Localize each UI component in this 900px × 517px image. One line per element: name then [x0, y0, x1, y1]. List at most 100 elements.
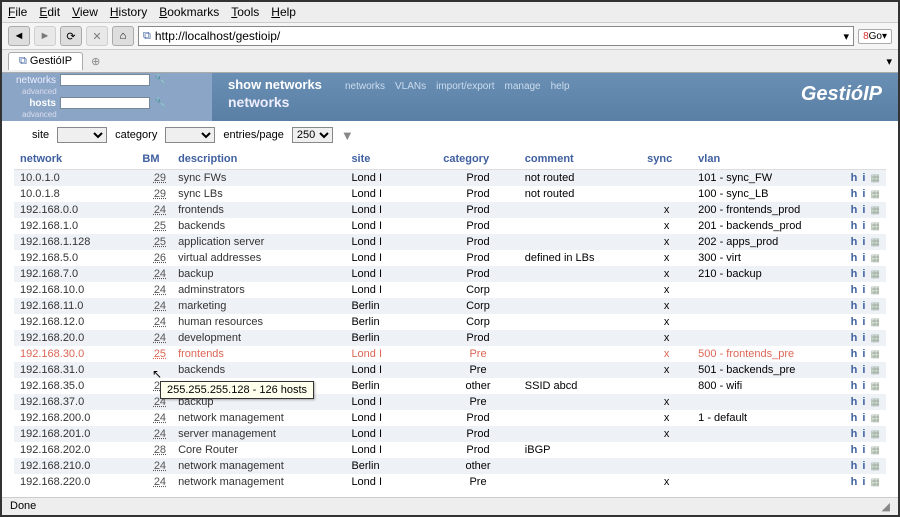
cell-description-link[interactable]: application server [178, 236, 264, 248]
cell-description-link[interactable]: sync LBs [178, 188, 223, 200]
grid-icon[interactable]: ▦ [871, 269, 880, 280]
cell-description-link[interactable]: human resources [178, 316, 263, 328]
cell-network-link[interactable]: 192.168.5.0 [20, 252, 78, 264]
wrench-icon[interactable]: 🔧 [154, 98, 166, 109]
info-icon[interactable]: i [862, 268, 865, 280]
hosts-icon[interactable]: h [851, 316, 858, 328]
grid-icon[interactable]: ▦ [871, 301, 880, 312]
cell-description-link[interactable]: backends [178, 364, 225, 376]
grid-icon[interactable]: ▦ [871, 317, 880, 328]
info-icon[interactable]: i [862, 172, 865, 184]
grid-icon[interactable]: ▦ [871, 173, 880, 184]
cell-network-link[interactable]: 192.168.1.0 [20, 220, 78, 232]
column-header-site[interactable]: site [345, 149, 437, 170]
cell-bitmask[interactable]: 28 [136, 442, 172, 458]
menu-bookmarks[interactable]: Bookmarks [159, 5, 219, 19]
hosts-icon[interactable]: h [851, 364, 858, 376]
cell-network-link[interactable]: 192.168.37.0 [20, 396, 84, 408]
url-input[interactable] [155, 29, 844, 43]
cell-bitmask[interactable]: 24 [136, 410, 172, 426]
cell-network-link[interactable]: 192.168.220.0 [20, 476, 90, 488]
grid-icon[interactable]: ▦ [871, 285, 880, 296]
grid-icon[interactable]: ▦ [871, 429, 880, 440]
wrench-icon[interactable]: 🔧 [154, 75, 166, 86]
column-header-network[interactable]: network [14, 149, 136, 170]
nav-link-importexport[interactable]: import/export [436, 81, 494, 92]
menu-help[interactable]: Help [271, 5, 296, 19]
cell-network-link[interactable]: 192.168.20.0 [20, 332, 84, 344]
nav-link-help[interactable]: help [551, 81, 570, 92]
info-icon[interactable]: i [862, 236, 865, 248]
hosts-icon[interactable]: h [851, 220, 858, 232]
hosts-icon[interactable]: h [851, 188, 858, 200]
cell-network-link[interactable]: 192.168.35.0 [20, 380, 84, 392]
info-icon[interactable]: i [862, 428, 865, 440]
info-icon[interactable]: i [862, 444, 865, 456]
cell-network-link[interactable]: 192.168.1.128 [20, 236, 90, 248]
cell-description-link[interactable]: frontends [178, 348, 224, 360]
forward-button[interactable]: ► [34, 26, 56, 46]
networks-search-input[interactable] [60, 74, 150, 86]
menu-tools[interactable]: Tools [231, 5, 259, 19]
grid-icon[interactable]: ▦ [871, 381, 880, 392]
hosts-icon[interactable]: h [851, 172, 858, 184]
column-header-sync[interactable]: sync [641, 149, 692, 170]
search-engine-button[interactable]: 8Go▾ [858, 29, 892, 44]
info-icon[interactable]: i [862, 364, 865, 376]
reload-button[interactable]: ⟳ [60, 26, 82, 46]
cell-description-link[interactable]: server management [178, 428, 276, 440]
grid-icon[interactable]: ▦ [871, 461, 880, 472]
column-header-category[interactable]: category [437, 149, 519, 170]
cell-bitmask[interactable]: 24 [136, 458, 172, 474]
tab-gestioip[interactable]: ⧉ GestióIP [8, 52, 83, 70]
cell-description-link[interactable]: marketing [178, 300, 226, 312]
tabs-dropdown-icon[interactable]: ▾ [886, 55, 892, 68]
cell-description-link[interactable]: Core Router [178, 444, 238, 456]
hosts-icon[interactable]: h [851, 396, 858, 408]
hosts-icon[interactable]: h [851, 268, 858, 280]
cell-bitmask[interactable]: 24 [136, 202, 172, 218]
cell-bitmask[interactable]: 24 [136, 426, 172, 442]
cell-network-link[interactable]: 192.168.201.0 [20, 428, 90, 440]
menu-view[interactable]: View [72, 5, 98, 19]
grid-icon[interactable]: ▦ [871, 237, 880, 248]
nav-link-vlans[interactable]: VLANs [395, 81, 426, 92]
cell-description-link[interactable]: network management [178, 460, 284, 472]
cell-bitmask[interactable] [136, 362, 172, 378]
grid-icon[interactable]: ▦ [871, 477, 880, 488]
info-icon[interactable]: i [862, 204, 865, 216]
cell-network-link[interactable]: 192.168.31.0 [20, 364, 84, 376]
grid-icon[interactable]: ▦ [871, 413, 880, 424]
new-tab-icon[interactable]: ⊕ [91, 55, 100, 68]
info-icon[interactable]: i [862, 188, 865, 200]
hosts-icon[interactable]: h [851, 284, 858, 296]
menu-history[interactable]: History [110, 5, 147, 19]
cell-network-link[interactable]: 192.168.202.0 [20, 444, 90, 456]
hosts-icon[interactable]: h [851, 204, 858, 216]
grid-icon[interactable]: ▦ [871, 253, 880, 264]
menu-file[interactable]: File [8, 5, 27, 19]
cell-bitmask[interactable]: 24 [136, 266, 172, 282]
info-icon[interactable]: i [862, 316, 865, 328]
back-button[interactable]: ◄ [8, 26, 30, 46]
info-icon[interactable]: i [862, 476, 865, 488]
cell-network-link[interactable]: 192.168.10.0 [20, 284, 84, 296]
column-header-vlan[interactable]: vlan [692, 149, 835, 170]
column-header-bm[interactable]: BM [136, 149, 172, 170]
home-button[interactable]: ⌂ [112, 26, 134, 46]
hosts-icon[interactable]: h [851, 236, 858, 248]
grid-icon[interactable]: ▦ [871, 189, 880, 200]
grid-icon[interactable]: ▦ [871, 333, 880, 344]
hosts-search-input[interactable] [60, 97, 150, 109]
cell-bitmask[interactable]: 25 [136, 234, 172, 250]
hosts-icon[interactable]: h [851, 412, 858, 424]
grid-icon[interactable]: ▦ [871, 445, 880, 456]
cell-bitmask[interactable]: 25 [136, 346, 172, 362]
cell-network-link[interactable]: 192.168.200.0 [20, 412, 90, 424]
cell-description-link[interactable]: sync FWs [178, 172, 226, 184]
info-icon[interactable]: i [862, 460, 865, 472]
grid-icon[interactable]: ▦ [871, 205, 880, 216]
cell-network-link[interactable]: 192.168.0.0 [20, 204, 78, 216]
column-header-description[interactable]: description [172, 149, 345, 170]
grid-icon[interactable]: ▦ [871, 349, 880, 360]
